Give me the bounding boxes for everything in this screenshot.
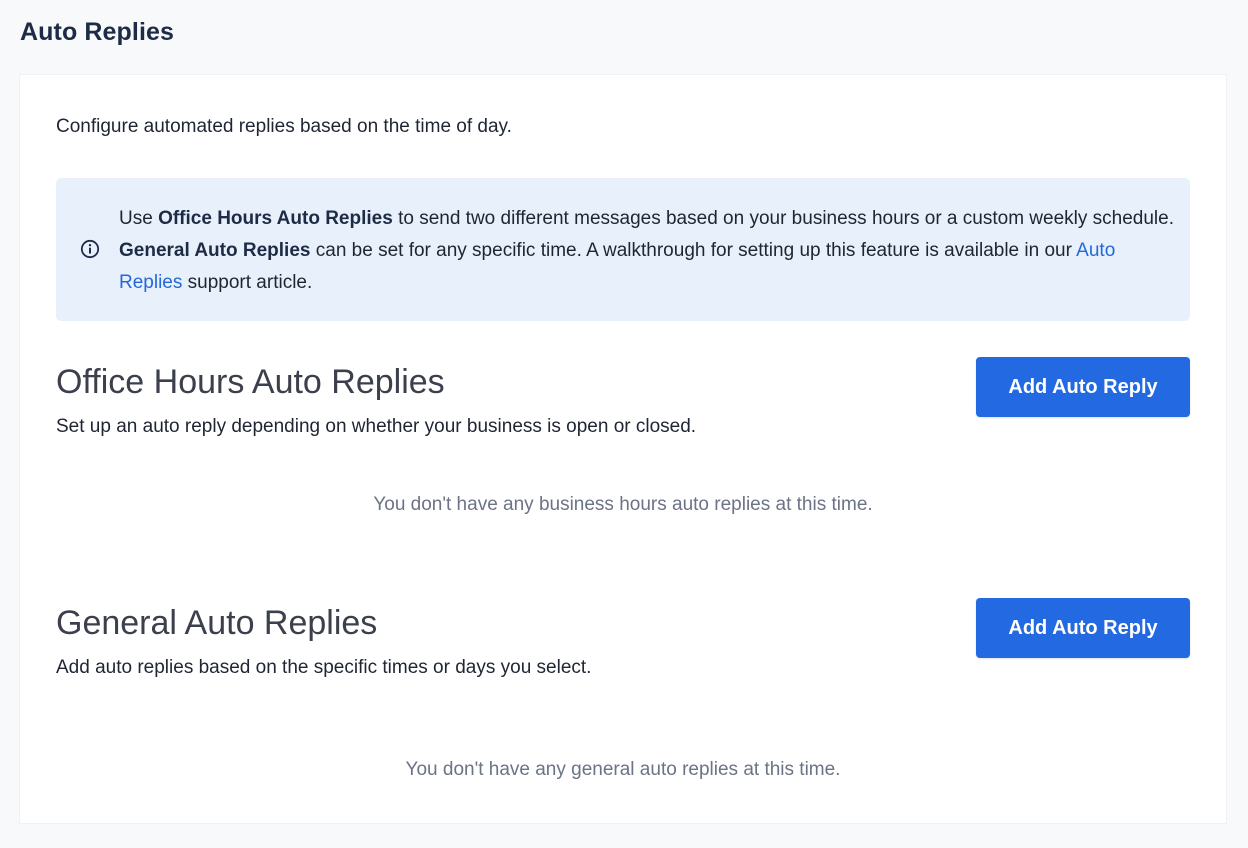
auto-replies-card: Configure automated replies based on the… xyxy=(20,75,1226,823)
info-bold-general: General Auto Replies xyxy=(119,240,311,261)
info-bold-office-hours: Office Hours Auto Replies xyxy=(158,208,393,229)
office-hours-empty-message: You don't have any business hours auto r… xyxy=(373,494,873,515)
info-callout: Use Office Hours Auto Replies to send tw… xyxy=(56,178,1190,321)
general-title: General Auto Replies xyxy=(56,604,378,642)
general-description: Add auto replies based on the specific t… xyxy=(56,657,592,678)
info-text-part-1: Use xyxy=(119,208,159,229)
intro-text: Configure automated replies based on the… xyxy=(56,116,512,137)
info-text-part-4: support article. xyxy=(182,272,313,293)
info-text-part-3: can be set for any specific time. A walk… xyxy=(310,240,1077,261)
info-circle-icon xyxy=(80,239,100,259)
general-empty-message: You don't have any general auto replies … xyxy=(405,759,841,780)
office-hours-title: Office Hours Auto Replies xyxy=(56,363,445,401)
add-office-hours-auto-reply-button[interactable]: Add Auto Reply xyxy=(976,357,1190,417)
office-hours-description: Set up an auto reply depending on whethe… xyxy=(56,416,697,437)
info-text-part-2: to send two different messages based on … xyxy=(392,208,1174,229)
info-text: Use Office Hours Auto Replies to send tw… xyxy=(119,203,1179,299)
page-title: Auto Replies xyxy=(20,18,174,46)
add-general-auto-reply-button[interactable]: Add Auto Reply xyxy=(976,598,1190,658)
